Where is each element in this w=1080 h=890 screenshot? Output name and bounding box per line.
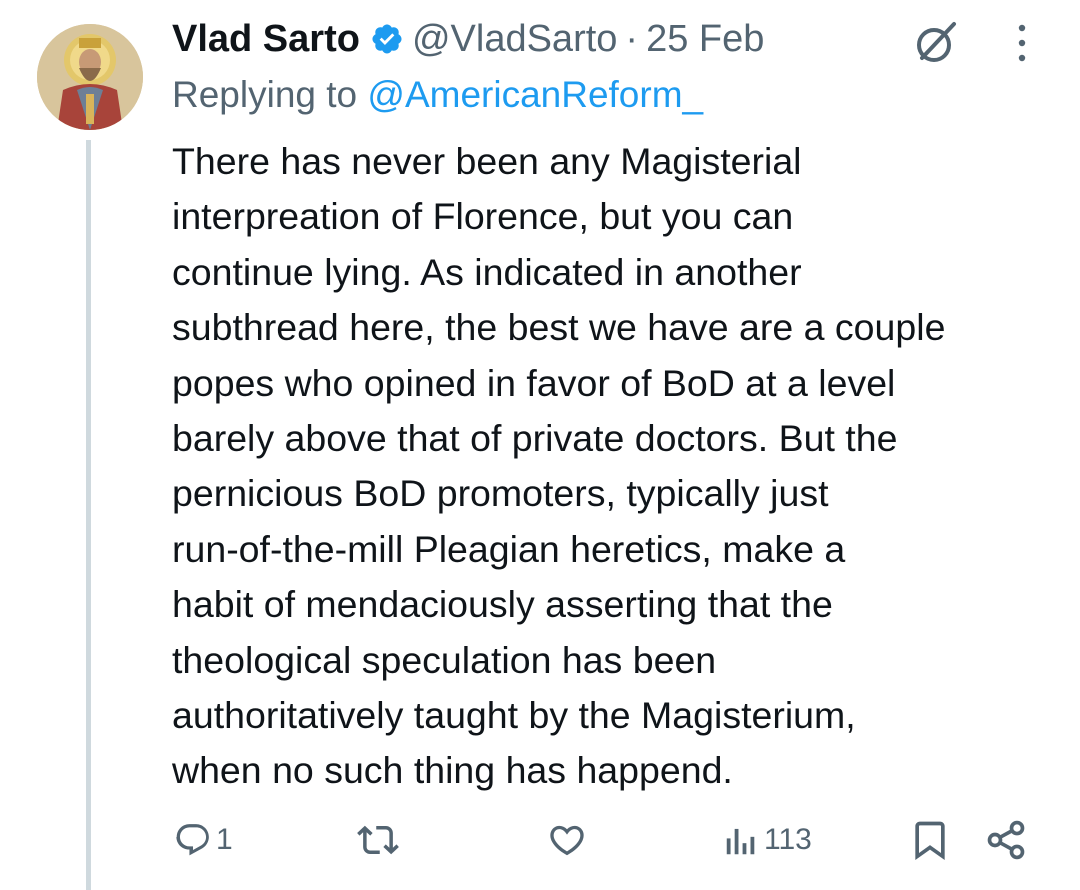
post-date[interactable]: 25 Feb	[646, 18, 764, 61]
more-vertical-icon[interactable]	[1014, 22, 1030, 64]
views-button[interactable]: 113	[722, 812, 812, 868]
tweet-header: Vlad Sarto @VladSarto · 25 Feb	[172, 14, 764, 64]
bookmark-button[interactable]	[908, 812, 952, 868]
user-handle[interactable]: @VladSarto	[412, 18, 617, 61]
replying-to-handle[interactable]: @AmericanReform_	[367, 74, 703, 115]
retweet-button[interactable]	[357, 812, 403, 868]
avatar[interactable]	[37, 24, 143, 130]
grok-icon[interactable]	[912, 18, 960, 66]
replying-prefix: Replying to	[172, 74, 358, 115]
heart-icon	[550, 825, 584, 856]
separator-dot: ·	[625, 17, 639, 60]
like-button[interactable]	[547, 812, 591, 868]
retweet-icon	[357, 825, 399, 855]
thread-line	[86, 140, 91, 890]
bookmark-icon	[915, 821, 945, 861]
display-name[interactable]: Vlad Sarto	[172, 18, 360, 61]
share-icon	[987, 820, 1025, 860]
views-icon	[726, 828, 755, 855]
share-button[interactable]	[984, 812, 1028, 868]
tweet-text: There has never been any Magisterial int…	[172, 140, 946, 792]
reply-button[interactable]: 1	[174, 812, 233, 868]
reply-icon	[176, 824, 209, 856]
views-count: 113	[764, 823, 812, 856]
verified-badge-icon[interactable]	[370, 22, 404, 56]
avatar-image	[37, 24, 143, 130]
replying-to-line: Replying to @AmericanReform_	[172, 74, 703, 116]
reply-count: 1	[216, 823, 233, 856]
action-bar: 1 113	[0, 812, 1080, 868]
